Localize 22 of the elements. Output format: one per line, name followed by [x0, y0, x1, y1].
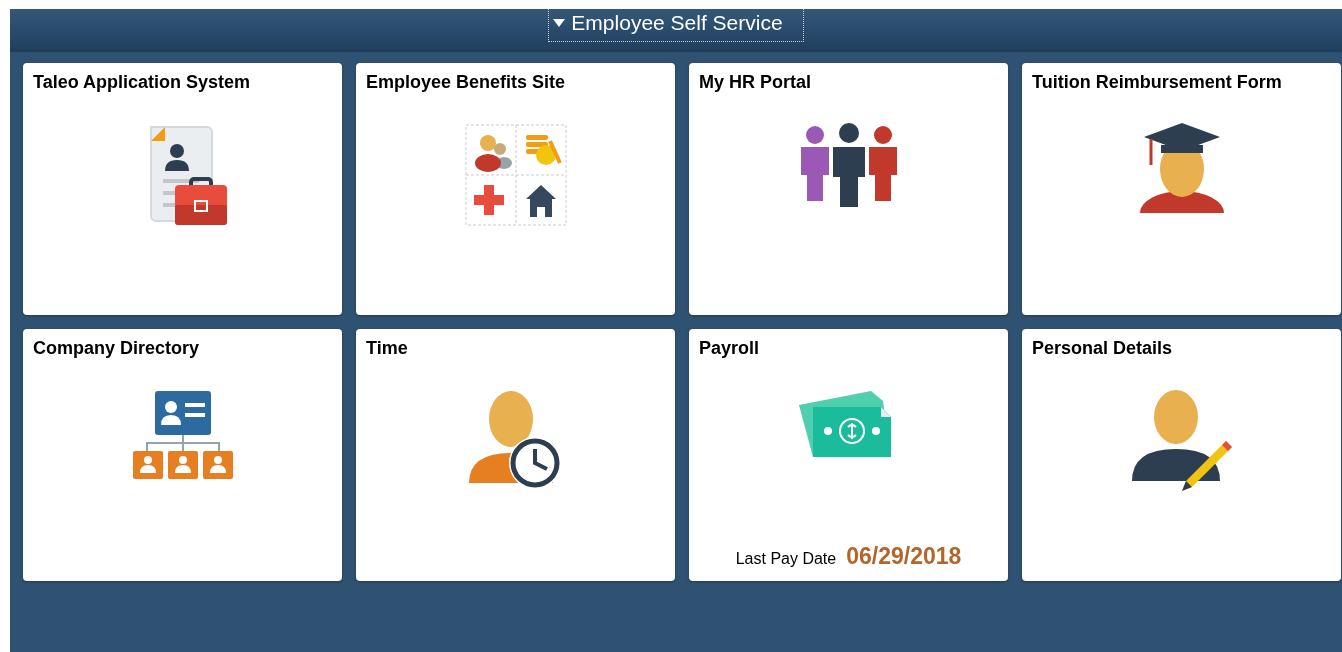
section-header[interactable]: Employee Self Service [548, 9, 804, 42]
tile-title: My HR Portal [698, 71, 813, 94]
tile[interactable]: Company Directory [23, 329, 342, 581]
tile-title: Taleo Application System [32, 71, 252, 94]
person-pencil-icon [1129, 389, 1234, 493]
tile-title: Company Directory [32, 337, 201, 360]
tile[interactable]: Employee Benefits Site [356, 63, 675, 315]
tile[interactable]: Taleo Application System [23, 63, 342, 315]
tile[interactable]: Payroll Last Pay Date 06/29/2018 [689, 329, 1008, 581]
detail-label: Last Pay Date [735, 548, 837, 569]
org-chart-icon [130, 389, 235, 481]
detail-value: 06/29/2018 [846, 541, 962, 571]
tile-title: Employee Benefits Site [365, 71, 567, 94]
tile[interactable]: Personal Details [1022, 329, 1341, 581]
tile[interactable]: Tuition Reimbursement Form [1022, 63, 1341, 315]
tile-title: Time [365, 337, 409, 360]
tile-title: Payroll [698, 337, 761, 360]
benefits-icon [463, 123, 568, 227]
tile[interactable]: My HR Portal [689, 63, 1008, 315]
tile[interactable]: Time [356, 329, 675, 581]
tile-title: Personal Details [1031, 337, 1174, 360]
tile-title: Tuition Reimbursement Form [1031, 71, 1283, 94]
